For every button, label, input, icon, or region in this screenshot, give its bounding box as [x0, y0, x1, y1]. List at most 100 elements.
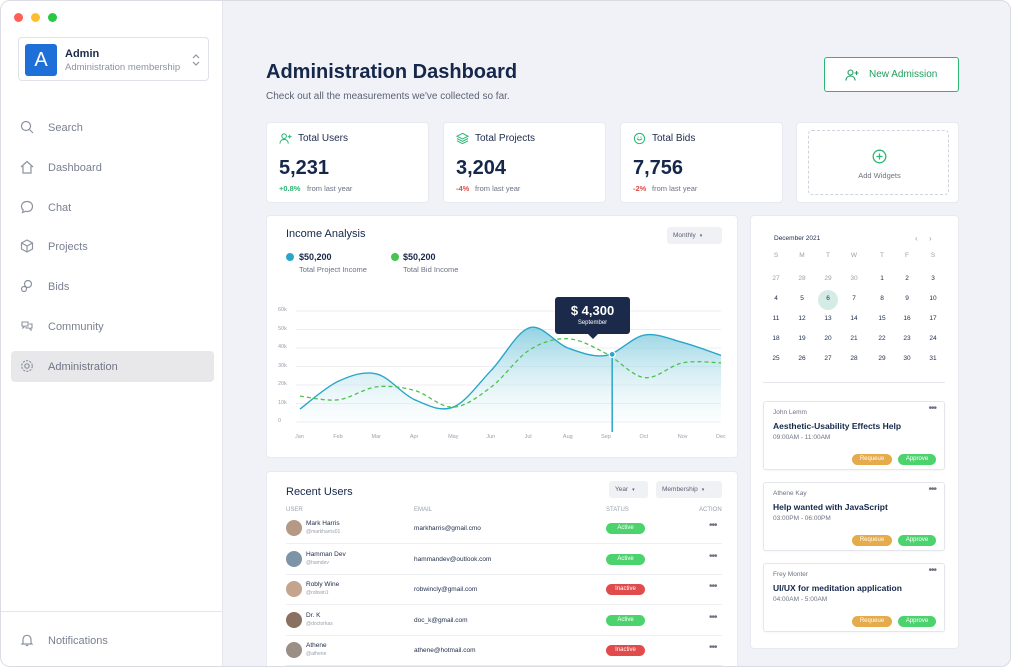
- more-actions-icon[interactable]: •••: [709, 551, 717, 562]
- status-badge: Active: [606, 523, 645, 534]
- new-admission-label: New Admission: [869, 69, 938, 80]
- calendar-day[interactable]: 7: [844, 295, 864, 302]
- calendar-day[interactable]: 28: [792, 275, 812, 282]
- stat-note: from last year: [475, 184, 521, 193]
- sidebar-item-label: Administration: [48, 360, 118, 373]
- requeue-button[interactable]: Requeue: [852, 454, 892, 465]
- new-admission-button[interactable]: New Admission: [824, 57, 959, 92]
- approve-button[interactable]: Approve: [898, 535, 936, 546]
- calendar-day[interactable]: 10: [923, 295, 943, 302]
- more-options-icon[interactable]: •••: [928, 565, 936, 576]
- add-widget-label: Add Widgets: [858, 171, 901, 180]
- calendar-day[interactable]: 18: [766, 335, 786, 342]
- calendar-day[interactable]: 2: [897, 275, 917, 282]
- sidebar-item-search[interactable]: Search: [11, 112, 214, 143]
- requeue-button[interactable]: Requeue: [852, 616, 892, 627]
- highlight-point[interactable]: [608, 350, 616, 358]
- table-row[interactable]: Robly Wine @robwin1 robwincly@gmail.com …: [286, 575, 722, 605]
- stat-label: Total Users: [298, 133, 349, 144]
- calendar-day[interactable]: 17: [923, 315, 943, 322]
- more-options-icon[interactable]: •••: [928, 403, 936, 414]
- approve-button[interactable]: Approve: [898, 616, 936, 627]
- more-actions-icon[interactable]: •••: [709, 581, 717, 592]
- column-header-email: EMAIL: [414, 507, 433, 513]
- approve-button[interactable]: Approve: [898, 454, 936, 465]
- calendar-weekday: F: [905, 252, 909, 259]
- sidebar-item-label: Chat: [48, 201, 72, 214]
- chevron-left-icon[interactable]: ‹: [915, 234, 918, 243]
- calendar-day[interactable]: 31: [923, 355, 943, 362]
- calendar-day[interactable]: 4: [766, 295, 786, 302]
- event-card: Athene Kay ••• Help wanted with JavaScri…: [763, 482, 945, 551]
- calendar-divider: [763, 382, 945, 383]
- chevron-updown-icon: [192, 54, 200, 66]
- year-filter-dropdown[interactable]: Year ▾: [609, 481, 648, 498]
- sidebar-item-projects[interactable]: Projects: [11, 231, 214, 262]
- more-options-icon[interactable]: •••: [928, 484, 936, 495]
- status-badge: Inactive: [606, 584, 645, 595]
- calendar-weekday: W: [850, 252, 858, 259]
- box-icon: [20, 239, 34, 253]
- calendar-day[interactable]: 21: [844, 335, 864, 342]
- calendar-day[interactable]: 3: [923, 275, 943, 282]
- table-row[interactable]: Dr. K @doctorkas doc_k@gmail.com Active …: [286, 606, 722, 636]
- calendar-day[interactable]: 25: [766, 355, 786, 362]
- minimize-window-button[interactable]: [31, 13, 40, 22]
- calendar-day[interactable]: 20: [818, 335, 838, 342]
- calendar-day[interactable]: 30: [844, 275, 864, 282]
- calendar-day[interactable]: 6: [818, 295, 838, 302]
- calendar-day[interactable]: 22: [872, 335, 892, 342]
- calendar-day[interactable]: 8: [872, 295, 892, 302]
- calendar-day[interactable]: 28: [844, 355, 864, 362]
- add-widget-button[interactable]: Add Widgets: [808, 130, 949, 195]
- stat-change: +0.8%: [279, 184, 301, 193]
- calendar-day[interactable]: 14: [844, 315, 864, 322]
- calendar-day[interactable]: 29: [818, 275, 838, 282]
- more-actions-icon[interactable]: •••: [709, 612, 717, 623]
- close-window-button[interactable]: [14, 13, 23, 22]
- stat-value: 3,204: [456, 157, 507, 179]
- user-handle: @hamdev: [306, 559, 329, 566]
- user-handle: @markharris01: [306, 529, 341, 535]
- sidebar-item-bids[interactable]: Bids: [11, 271, 214, 302]
- calendar-day[interactable]: 5: [792, 295, 812, 302]
- calendar-day[interactable]: 24: [923, 335, 943, 342]
- calendar-day[interactable]: 1: [872, 275, 892, 282]
- more-actions-icon[interactable]: •••: [709, 520, 717, 531]
- sidebar-item-chat[interactable]: Chat: [11, 192, 214, 223]
- calendar-day[interactable]: 30: [897, 355, 917, 362]
- membership-filter-dropdown[interactable]: Membership ▾: [656, 481, 722, 498]
- requeue-button[interactable]: Requeue: [852, 535, 892, 546]
- calendar-day[interactable]: 27: [766, 275, 786, 282]
- event-title: UI/UX for meditation application: [773, 583, 902, 593]
- calendar-weekday: T: [880, 252, 884, 259]
- calendar-day[interactable]: 15: [872, 315, 892, 322]
- user-name: Dr. K: [306, 611, 321, 619]
- sidebar-item-community[interactable]: Community: [11, 311, 214, 342]
- calendar-day[interactable]: 23: [897, 335, 917, 342]
- calendar-day[interactable]: 29: [872, 355, 892, 362]
- table-row[interactable]: Athene @athene athene@hotmail.com Inacti…: [286, 636, 722, 666]
- sidebar-item-administration[interactable]: Administration: [11, 351, 214, 382]
- calendar-day[interactable]: 26: [792, 355, 812, 362]
- event-time: 03:00PM - 06:00PM: [773, 515, 831, 522]
- maximize-window-button[interactable]: [48, 13, 57, 22]
- calendar-day[interactable]: 16: [897, 315, 917, 322]
- user-name: Robly Wine: [306, 581, 340, 588]
- calendar-day[interactable]: 12: [792, 315, 812, 322]
- account-switcher[interactable]: A Admin Administration membership: [18, 37, 209, 81]
- sidebar-item-dashboard[interactable]: Dashboard: [11, 152, 214, 183]
- event-time: 09:00AM - 11:00AM: [773, 434, 831, 441]
- calendar-day[interactable]: 11: [766, 315, 786, 322]
- calendar-day[interactable]: 9: [897, 295, 917, 302]
- calendar-day[interactable]: 27: [818, 355, 838, 362]
- calendar-weekday: S: [773, 252, 779, 259]
- table-row[interactable]: Hamman Dev @hamdev hammandev@outlook.com…: [286, 545, 722, 575]
- y-tick-label: 10k: [278, 399, 287, 406]
- calendar-day[interactable]: 13: [818, 315, 838, 322]
- more-actions-icon[interactable]: •••: [709, 642, 717, 653]
- calendar-day[interactable]: 19: [792, 335, 812, 342]
- chevron-right-icon[interactable]: ›: [929, 234, 932, 243]
- table-row[interactable]: Mark Harris @markharris01 markharris@gma…: [286, 514, 722, 544]
- sidebar-item-notifications[interactable]: Notifications: [11, 625, 214, 656]
